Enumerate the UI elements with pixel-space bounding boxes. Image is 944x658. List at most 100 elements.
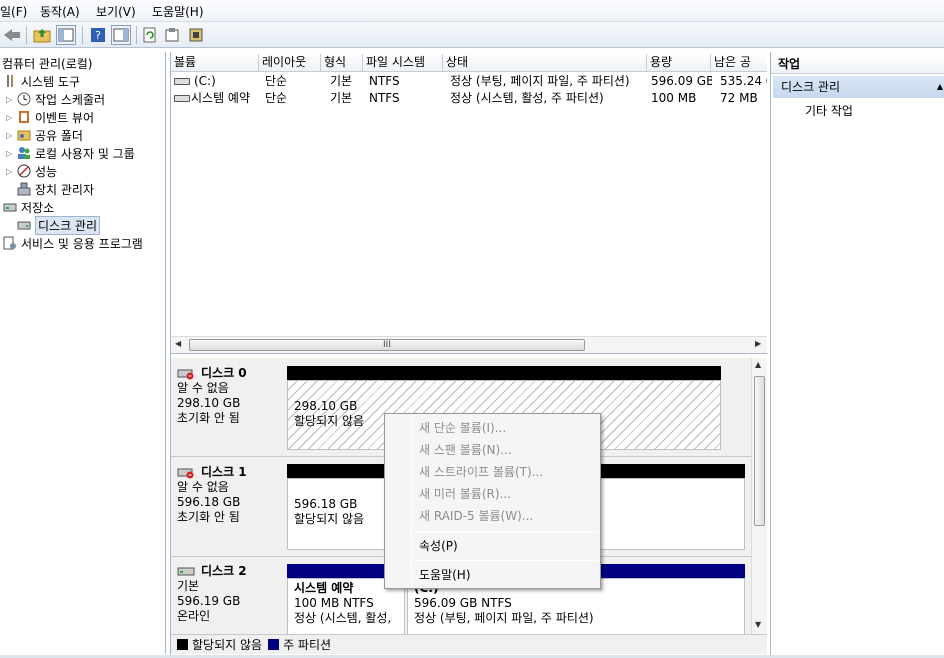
show-hide-tree-icon[interactable] <box>56 25 76 45</box>
disk-2-label[interactable]: 디스크 2 기본 596.19 GB 온라인 <box>177 564 285 624</box>
scroll-thumb[interactable]: III <box>189 339 585 351</box>
horizontal-scrollbar[interactable]: ◀ III ▶ <box>171 336 767 353</box>
volume-layout: 단순 <box>265 74 288 88</box>
clock-icon <box>16 92 32 106</box>
disk-unknown-icon <box>177 368 195 380</box>
column-capacity[interactable]: 용량 <box>647 54 711 72</box>
scroll-up-icon[interactable]: ▲ <box>755 360 761 369</box>
volume-capacity: 596.09 GB <box>651 74 712 88</box>
tree-item-performance[interactable]: ▷ 성능 <box>6 162 57 180</box>
ctx-new-raid5-volume[interactable]: 새 RAID-5 볼륨(W)... <box>419 506 533 526</box>
legend-unallocated-swatch <box>177 639 188 650</box>
tree-item-services-apps[interactable]: 서비스 및 응용 프로그램 <box>2 234 143 252</box>
expand-arrow-icon[interactable]: ▷ <box>6 95 16 104</box>
disk-management-icon <box>16 218 32 232</box>
column-status[interactable]: 상태 <box>443 54 647 72</box>
tools-icon <box>2 74 18 88</box>
up-folder-icon[interactable] <box>32 25 52 45</box>
volume-free: 72 MB <box>720 91 758 105</box>
volume-status: 정상 (시스템, 활성, 주 파티션) <box>450 91 604 105</box>
tree-item-storage[interactable]: 저장소 <box>2 198 54 216</box>
actions-pane: 작업 디스크 관리 ▲ 기타 작업 <box>770 52 944 656</box>
legend-primary: 주 파티션 <box>283 638 332 652</box>
column-layout[interactable]: 레이아웃 <box>259 54 321 72</box>
ctx-new-mirrored-volume[interactable]: 새 미러 볼륨(R)... <box>419 484 511 504</box>
column-file-system[interactable]: 파일 시스템 <box>363 54 443 72</box>
context-menu: 새 단순 볼륨(I)... 새 스팬 볼륨(N)... 새 스트라이프 볼륨(T… <box>384 413 601 589</box>
menu-action[interactable]: 동작(A) <box>40 3 80 20</box>
event-viewer-icon <box>16 110 32 124</box>
ctx-new-simple-volume[interactable]: 새 단순 볼륨(I)... <box>419 418 506 438</box>
volume-icon <box>174 95 190 102</box>
tree-item-computer-management[interactable]: 컴퓨터 관리(로컬) <box>2 54 92 72</box>
collapse-arrow-icon[interactable]: ▲ <box>937 76 943 98</box>
help-icon[interactable]: ? <box>88 25 108 45</box>
ctx-new-spanned-volume[interactable]: 새 스팬 볼륨(N)... <box>419 440 512 460</box>
volume-layout: 단순 <box>265 91 288 105</box>
disk-online-icon <box>177 566 195 578</box>
performance-icon <box>16 164 32 178</box>
ctx-help[interactable]: 도움말(H) <box>419 565 471 585</box>
refresh-icon[interactable] <box>140 25 160 45</box>
disk-0-label[interactable]: 디스크 0 알 수 없음 298.10 GB 초기화 안 됨 <box>177 366 285 426</box>
action-more-actions[interactable]: 기타 작업 <box>805 102 853 120</box>
ctx-new-striped-volume[interactable]: 새 스트라이프 볼륨(T)... <box>419 462 543 482</box>
menu-view[interactable]: 보기(V) <box>96 3 136 20</box>
volume-status: 정상 (부팅, 페이지 파일, 주 파티션) <box>450 74 630 88</box>
volume-list-header: 볼륨 레이아웃 형식 파일 시스템 상태 용량 남은 공 <box>171 54 767 72</box>
volume-type: 기본 <box>330 91 353 105</box>
properties-icon[interactable] <box>162 25 182 45</box>
tree-item-system-tools[interactable]: 시스템 도구 <box>2 72 80 90</box>
column-type[interactable]: 형식 <box>321 54 363 72</box>
legend: 할당되지 않음 주 파티션 <box>171 634 767 654</box>
scroll-down-icon[interactable]: ▼ <box>755 620 761 629</box>
tree-item-event-viewer[interactable]: ▷ 이벤트 뷰어 <box>6 108 94 126</box>
column-volume[interactable]: 볼륨 <box>171 54 259 72</box>
expand-arrow-icon[interactable]: ▷ <box>6 131 16 140</box>
menu-bar: 일(F) 동작(A) 보기(V) 도움말(H) <box>0 0 944 22</box>
tree-item-device-manager[interactable]: 장치 관리자 <box>16 180 94 198</box>
disk-0-unallocated-band <box>287 366 721 380</box>
volume-type: 기본 <box>330 74 353 88</box>
volume-icon <box>174 78 190 85</box>
volume-fs: NTFS <box>369 91 400 105</box>
users-icon <box>16 146 32 160</box>
volume-name: (C:) <box>194 74 216 88</box>
storage-icon <box>2 200 18 214</box>
menu-file[interactable]: 일(F) <box>0 3 27 20</box>
column-free-space[interactable]: 남은 공 <box>711 54 767 72</box>
actions-section-disk-management[interactable]: 디스크 관리 ▲ <box>773 76 944 98</box>
disk-vertical-scrollbar[interactable]: ▲ ▼ <box>751 358 767 634</box>
table-row[interactable]: 시스템 예약 단순 기본 NTFS 정상 (시스템, 활성, 주 파티션) 10… <box>171 90 767 107</box>
volume-list: 볼륨 레이아웃 형식 파일 시스템 상태 용량 남은 공 (C:) 단순 기본 … <box>171 52 767 354</box>
scroll-thumb[interactable] <box>754 376 765 526</box>
scroll-left-icon[interactable]: ◀ <box>175 339 181 348</box>
volume-capacity: 100 MB <box>651 91 697 105</box>
services-icon <box>2 236 18 250</box>
legend-unallocated: 할당되지 않음 <box>192 638 263 652</box>
svg-text:?: ? <box>95 29 101 42</box>
tree-item-disk-management[interactable]: 디스크 관리 <box>16 215 101 235</box>
volume-name: 시스템 예약 <box>191 91 251 105</box>
disk-1-label[interactable]: 디스크 1 알 수 없음 596.18 GB 초기화 안 됨 <box>177 465 285 525</box>
tree-item-task-scheduler[interactable]: ▷ 작업 스케줄러 <box>6 90 105 108</box>
menu-help[interactable]: 도움말(H) <box>152 3 204 20</box>
back-arrow-icon[interactable] <box>2 25 22 45</box>
actions-title: 작업 <box>771 54 944 74</box>
expand-arrow-icon[interactable]: ▷ <box>6 167 16 176</box>
expand-arrow-icon[interactable]: ▷ <box>6 149 16 158</box>
volume-fs: NTFS <box>369 74 400 88</box>
expand-arrow-icon[interactable]: ▷ <box>6 113 16 122</box>
tree-item-local-users[interactable]: ▷ 로컬 사용자 및 그룹 <box>6 144 135 162</box>
ctx-properties[interactable]: 속성(P) <box>419 536 458 556</box>
toolbar: ? <box>0 22 944 48</box>
table-row[interactable]: (C:) 단순 기본 NTFS 정상 (부팅, 페이지 파일, 주 파티션) 5… <box>171 73 767 90</box>
disk-unknown-icon <box>177 467 195 479</box>
volume-free: 535.24 G <box>720 74 767 88</box>
panel-icon[interactable] <box>111 25 131 45</box>
tree-item-shared-folders[interactable]: ▷ 공유 폴더 <box>6 126 83 144</box>
console-tree: 컴퓨터 관리(로컬) 시스템 도구 ▷ 작업 스케줄러 ▷ 이벤트 뷰어 ▷ 공… <box>0 52 166 654</box>
disk-icon[interactable] <box>186 25 206 45</box>
shared-folder-icon <box>16 128 32 142</box>
scroll-right-icon[interactable]: ▶ <box>755 339 761 348</box>
